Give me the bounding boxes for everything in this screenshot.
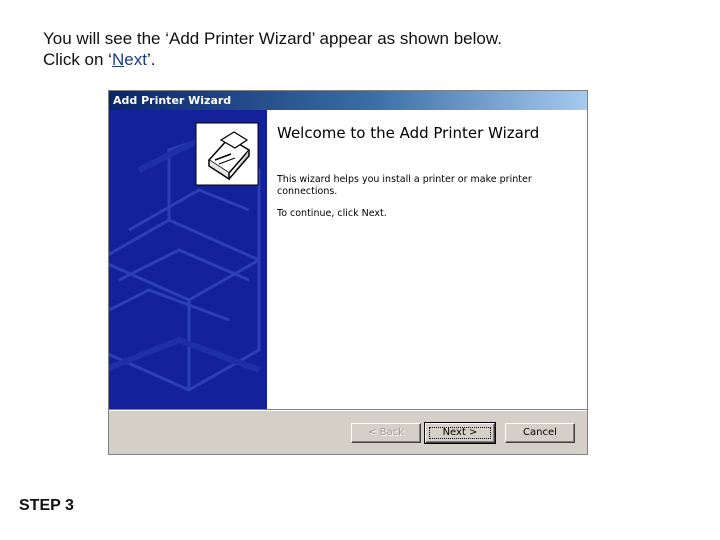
instruction-text: You will see the ‘Add Printer Wizard’ ap… [43,28,683,70]
title-bar[interactable]: Add Printer Wizard [109,91,587,110]
wizard-banner [109,110,267,409]
instruction-line-2-prefix: Click on ‘ [43,50,112,69]
next-button[interactable]: Next > [424,422,496,444]
welcome-heading: Welcome to the Add Printer Wizard [277,124,540,142]
continue-instruction: To continue, click Next. [277,208,387,218]
next-reference-mnemonic: N [111,50,125,69]
instruction-line-2: Click on ‘Next’. [43,49,683,70]
button-separator [109,409,587,411]
instruction-line-2-suffix: ’. [146,50,156,69]
next-reference-rest: ext [124,50,147,69]
instruction-line-1: You will see the ‘Add Printer Wizard’ ap… [43,29,502,48]
add-printer-wizard-window: Add Printer Wizard Welcome to the Add Pr… [108,90,588,455]
window-title: Add Printer Wizard [113,94,232,107]
next-reference: Next [112,50,147,69]
step-label: STEP 3 [19,497,74,514]
wizard-description: This wizard helps you install a printer … [277,174,532,197]
wizard-content: Welcome to the Add Printer Wizard This w… [267,110,587,409]
cancel-button[interactable]: Cancel [505,423,575,443]
printer-graphic [109,122,261,392]
focus-rectangle [429,427,491,439]
back-button[interactable]: < Back [351,423,421,443]
